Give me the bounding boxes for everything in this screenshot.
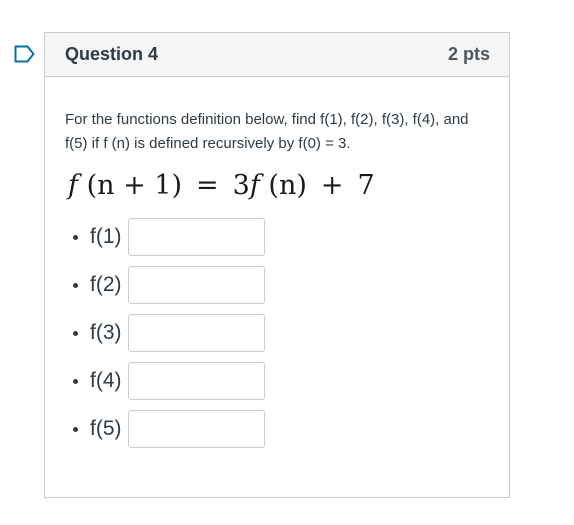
formula-constant: 7 (357, 170, 375, 201)
answer-input-f4[interactable] (127, 362, 265, 400)
bullet (73, 234, 78, 240)
bullet (73, 378, 78, 384)
answer-label: f(2) (90, 273, 122, 296)
answer-label: f(5) (90, 417, 122, 440)
list-item: f(3) (65, 314, 489, 352)
recurrence-formula: f (n + 1) = 3f (n) +7 (68, 168, 489, 204)
formula-plus: + (320, 170, 344, 201)
list-item: f(1) (65, 218, 489, 256)
formula-rhs-function: f (249, 170, 260, 201)
answer-input-f1[interactable] (127, 218, 265, 256)
question-title: Question 4 (65, 44, 159, 64)
bullet (73, 282, 78, 288)
question-body: For the functions definition below, find… (45, 77, 509, 448)
list-item: f(4) (65, 362, 489, 400)
answer-input-f3[interactable] (127, 314, 265, 352)
question-card: Question 4 2 pts For the functions defin… (44, 32, 510, 498)
formula-lhs-args: (n + 1) (78, 170, 183, 201)
answer-input-f5[interactable] (127, 410, 265, 448)
formula-rhs-args: (n) (259, 170, 307, 201)
bullet (73, 330, 78, 336)
formula-lhs-function: f (68, 170, 78, 201)
answer-label: f(1) (90, 225, 122, 248)
formula-equals: = (196, 170, 219, 201)
formula-coefficient: 3 (232, 170, 250, 201)
answer-label: f(4) (90, 369, 122, 392)
list-item: f(5) (65, 410, 489, 448)
answer-label: f(3) (90, 321, 122, 344)
question-prompt: For the functions definition below, find… (65, 111, 469, 152)
list-item: f(2) (65, 266, 489, 304)
question-header: Question 4 2 pts (45, 33, 509, 77)
bullet (73, 426, 78, 432)
answer-list: f(1) f(2) f(3) f(4) f(5) (65, 218, 489, 448)
question-points: 2 pts (447, 44, 490, 64)
flag-question-icon[interactable] (14, 45, 36, 63)
answer-input-f2[interactable] (127, 266, 265, 304)
